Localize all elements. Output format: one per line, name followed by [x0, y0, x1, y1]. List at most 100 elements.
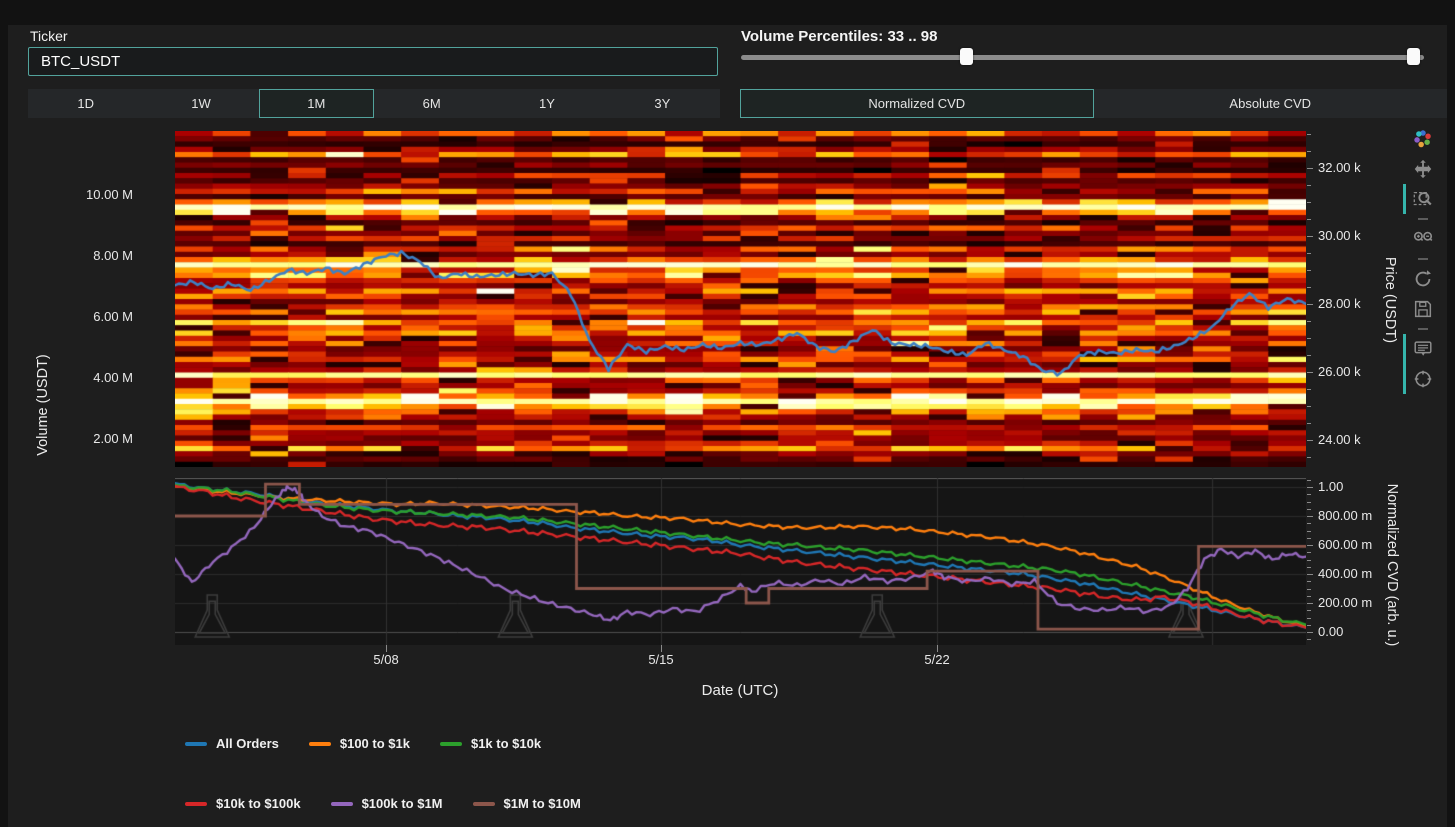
ticker-input[interactable] [28, 47, 718, 76]
axis-tick-mark [1307, 219, 1311, 220]
price-tick-label: 28.00 k [1318, 296, 1361, 311]
slider-handle-high[interactable] [1407, 48, 1420, 65]
price-tick-label: 26.00 k [1318, 364, 1361, 379]
axis-tick-mark [1307, 321, 1311, 322]
legend-color-dash [185, 802, 207, 806]
axis-tick-mark [1307, 304, 1313, 305]
axis-tick-mark [1307, 560, 1311, 561]
range-button-1m[interactable]: 1M [259, 89, 374, 118]
cvd-mode-button-absolute-cvd[interactable]: Absolute CVD [1094, 89, 1448, 118]
colorbar-tick-label: 10.00 M [33, 187, 133, 202]
volume-heatmap-canvas[interactable] [175, 131, 1306, 467]
reset-axes-icon[interactable] [1410, 266, 1436, 292]
axis-tick-mark [1307, 494, 1311, 495]
legend-label: $100k to $1M [362, 796, 443, 811]
axis-tick-mark [386, 645, 387, 652]
legend-label: All Orders [216, 736, 279, 751]
axis-tick-mark [1307, 596, 1311, 597]
axis-tick-mark [1307, 338, 1311, 339]
legend-item--10k-to-100k[interactable]: $10k to $100k [185, 796, 301, 811]
axis-tick-mark [1307, 545, 1313, 546]
range-button-6m[interactable]: 6M [374, 89, 489, 118]
axis-tick-mark [1307, 389, 1311, 390]
volume-percentiles-slider[interactable] [741, 47, 1424, 67]
axis-tick-mark [1307, 509, 1311, 510]
legend-label: $100 to $1k [340, 736, 410, 751]
axis-tick-mark [1307, 372, 1313, 373]
axis-tick-mark [1307, 355, 1311, 356]
legend-item--1m-to-10m[interactable]: $1M to $10M [473, 796, 581, 811]
axis-tick-mark [1307, 151, 1311, 152]
legend-label: $10k to $100k [216, 796, 301, 811]
date-tick-label: 5/08 [373, 652, 398, 667]
axis-tick-mark [1307, 567, 1311, 568]
modebar-separator [1418, 218, 1428, 220]
range-button-1w[interactable]: 1W [143, 89, 258, 118]
legend-item--100-to-1k[interactable]: $100 to $1k [309, 736, 410, 751]
slider-track[interactable] [741, 55, 1424, 60]
slider-handle-low[interactable] [960, 48, 973, 65]
axis-tick-mark [1307, 538, 1311, 539]
colorbar-tick-label: 8.00 M [33, 248, 133, 263]
axis-tick-mark [1307, 531, 1311, 532]
axis-tick-mark [1307, 487, 1313, 488]
range-button-3y[interactable]: 3Y [605, 89, 720, 118]
axis-tick-mark [1307, 632, 1313, 633]
axis-tick-mark [1307, 168, 1313, 169]
axis-tick-mark [1307, 639, 1311, 640]
axis-tick-mark [1307, 406, 1311, 407]
cvd-tick-label: 400.00 m [1318, 566, 1372, 581]
modebar-separator [1418, 328, 1428, 330]
date-tick-label: 5/15 [648, 652, 673, 667]
range-button-strip: 1D1W1M6M1Y3Y [28, 89, 720, 118]
axis-tick-mark [1307, 603, 1313, 604]
axis-tick-mark [1307, 480, 1311, 481]
volume-axis-title: Volume (USDT) [35, 354, 51, 456]
spikelines-icon[interactable] [1410, 366, 1436, 392]
zoom-in-out-icon[interactable] [1410, 226, 1436, 252]
legend-item-all-orders[interactable]: All Orders [185, 736, 279, 751]
cvd-mode-button-normalized-cvd[interactable]: Normalized CVD [740, 89, 1094, 118]
plotly-modebar [1410, 124, 1436, 394]
box-zoom-icon[interactable] [1410, 186, 1436, 212]
legend-color-dash [331, 802, 353, 806]
price-axis-title: Price (USDT) [1382, 257, 1398, 343]
app-root: Ticker 1D1W1M6M1Y3Y Volume Percentiles: … [0, 0, 1455, 827]
cvd-axis-title: Normalized CVD (arb. u.) [1384, 484, 1400, 647]
hover-text-icon[interactable] [1410, 336, 1436, 362]
legend-item--100k-to-1m[interactable]: $100k to $1M [331, 796, 443, 811]
axis-tick-mark [1307, 523, 1311, 524]
price-tick-label: 30.00 k [1318, 228, 1361, 243]
axis-tick-mark [1307, 618, 1311, 619]
axis-tick-mark [1307, 423, 1311, 424]
range-button-1y[interactable]: 1Y [489, 89, 604, 118]
price-tick-label: 24.00 k [1318, 432, 1361, 447]
cvd-tick-label: 600.00 m [1318, 537, 1372, 552]
volume-percentiles-label: Volume Percentiles: 33 .. 98 [741, 28, 937, 45]
axis-tick-mark [1307, 516, 1313, 517]
date-tick-label: 5/22 [924, 652, 949, 667]
axis-tick-mark [1307, 502, 1311, 503]
cvd-line-chart-canvas[interactable] [175, 478, 1306, 645]
axis-tick-mark [1307, 581, 1311, 582]
save-icon[interactable] [1410, 296, 1436, 322]
price-tick-label: 32.00 k [1318, 160, 1361, 175]
range-button-1d[interactable]: 1D [28, 89, 143, 118]
colorbar-tick-label: 6.00 M [33, 309, 133, 324]
axis-tick-mark [1307, 457, 1311, 458]
axis-tick-mark [1307, 202, 1311, 203]
legend-label: $1M to $10M [504, 796, 581, 811]
date-axis-title: Date (UTC) [702, 682, 779, 699]
cvd-tick-label: 1.00 [1318, 479, 1343, 494]
pan-icon[interactable] [1410, 156, 1436, 182]
axis-tick-mark [1307, 625, 1311, 626]
cvd-tick-label: 200.00 m [1318, 595, 1372, 610]
axis-tick-mark [1307, 574, 1313, 575]
legend-item--1k-to-10k[interactable]: $1k to $10k [440, 736, 541, 751]
legend-color-dash [309, 742, 331, 746]
cvd-tick-label: 800.00 m [1318, 508, 1372, 523]
modebar-separator [1418, 258, 1428, 260]
axis-tick-mark [661, 645, 662, 652]
plotly-logo[interactable] [1410, 126, 1436, 152]
axis-tick-mark [1307, 236, 1313, 237]
